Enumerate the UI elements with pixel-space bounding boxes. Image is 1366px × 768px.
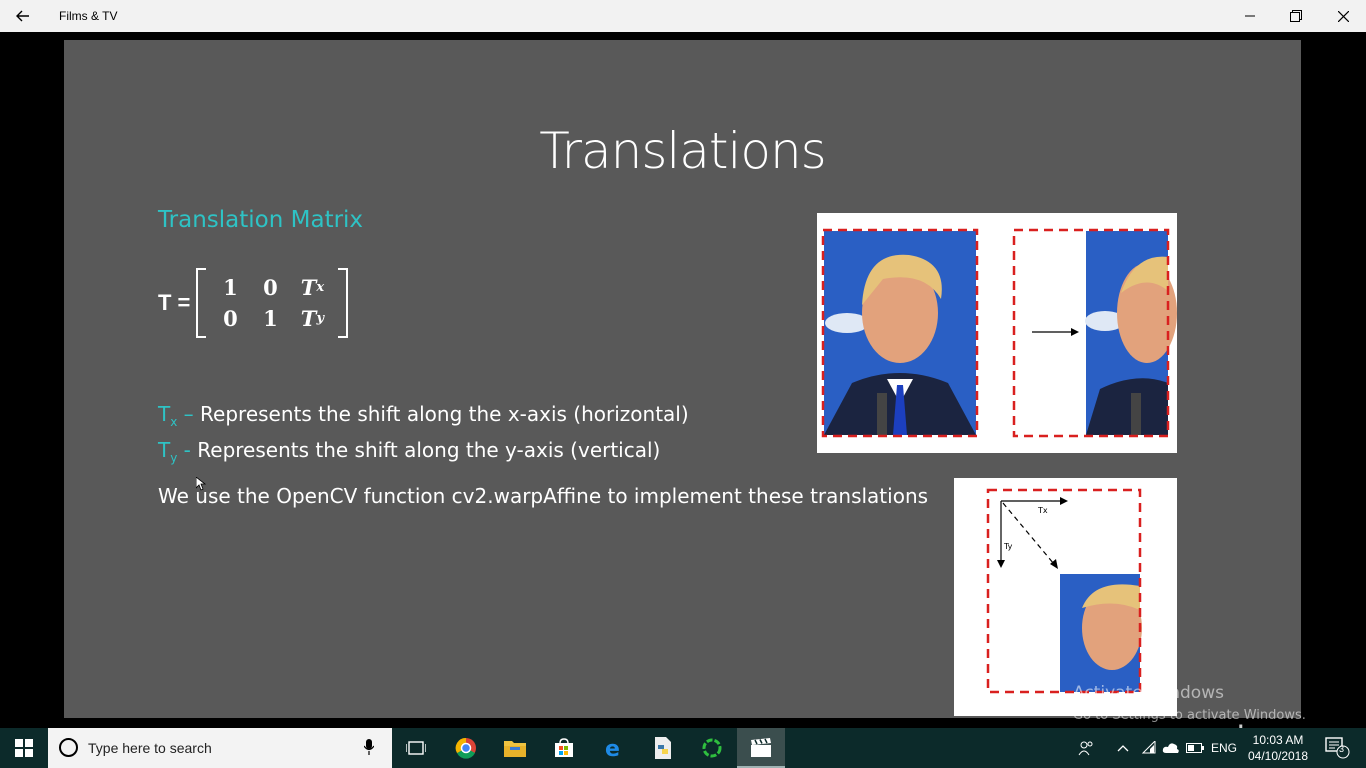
- close-button[interactable]: [1320, 0, 1366, 32]
- slide-subtitle: Translation Matrix: [158, 207, 364, 233]
- app-title: Films & TV: [59, 9, 118, 23]
- moved-photo: [1060, 574, 1142, 692]
- symbol-ty: Ty -: [158, 438, 198, 465]
- matrix-left-bracket: [196, 268, 207, 338]
- restore-button[interactable]: [1273, 0, 1319, 32]
- wifi-icon: [1141, 741, 1156, 754]
- matrix-cell: 1: [263, 306, 278, 331]
- store-taskbar-button[interactable]: [540, 728, 588, 768]
- folder-icon: [504, 741, 526, 757]
- chrome-icon: [455, 737, 476, 759]
- close-icon: [1337, 10, 1349, 22]
- cloud-icon: [1162, 743, 1179, 753]
- people-icon: [1078, 741, 1093, 756]
- films-tv-taskbar-button[interactable]: [737, 728, 785, 768]
- windows-logo-icon: [15, 739, 33, 757]
- task-view-icon: [406, 741, 426, 755]
- clock-date: 04/10/2018: [1247, 749, 1309, 763]
- definitions: Tx – Represents the shift along the x-ax…: [158, 400, 689, 472]
- tx-label: Tx: [1037, 506, 1048, 515]
- svg-text:e: e: [605, 737, 620, 759]
- definition-text: Represents the shift along the x-axis (h…: [200, 402, 689, 426]
- matrix-cell: Tx: [300, 275, 325, 300]
- edge-icon: e: [605, 737, 620, 759]
- back-arrow-icon: [16, 10, 29, 22]
- python-taskbar-button[interactable]: [639, 728, 687, 768]
- battery-button[interactable]: [1184, 728, 1206, 768]
- clock[interactable]: 10:03 AM 04/10/2018: [1244, 732, 1312, 764]
- taskbar-search-box[interactable]: Type here to search: [48, 728, 392, 768]
- shifted-photo: [1085, 231, 1177, 435]
- matrix-grid: 1 0 Tx 0 1 Ty: [206, 272, 338, 334]
- start-button[interactable]: [0, 728, 48, 768]
- clapperboard-icon: [751, 738, 771, 757]
- onedrive-button[interactable]: [1160, 728, 1182, 768]
- people-button[interactable]: [1072, 728, 1100, 768]
- action-center-button[interactable]: 3: [1318, 728, 1358, 768]
- input-language-button[interactable]: ENG: [1208, 728, 1240, 768]
- matrix-cell: 1: [223, 275, 238, 300]
- minimize-icon: [1245, 15, 1255, 17]
- definition-tx: Tx – Represents the shift along the x-ax…: [158, 400, 689, 436]
- search-placeholder: Type here to search: [88, 740, 212, 756]
- translation-matrix: T = 1 0 Tx 0 1 Ty: [158, 268, 349, 338]
- python-file-icon: [655, 737, 671, 759]
- green-app-taskbar-button[interactable]: [688, 728, 736, 768]
- circular-app-icon: [702, 738, 722, 758]
- ty-label: Ty: [1003, 542, 1013, 551]
- notification-count: 3: [1339, 744, 1345, 754]
- slide-title: Translations: [539, 122, 827, 180]
- slide: Translations Translation Matrix T = 1 0 …: [64, 40, 1301, 718]
- matrix-right-bracket: [338, 268, 349, 338]
- matrix-label: T =: [158, 290, 191, 315]
- taskbar: Type here to search e ENG 10:03 AM 04/10…: [0, 728, 1366, 768]
- clock-time: 10:03 AM: [1252, 733, 1304, 747]
- store-bag-icon: [555, 738, 573, 757]
- edge-taskbar-button[interactable]: e: [590, 728, 638, 768]
- matrix-cell: 0: [223, 306, 238, 331]
- task-view-button[interactable]: [392, 728, 440, 768]
- microphone-icon[interactable]: [363, 739, 375, 759]
- definition-text: Represents the shift along the y-axis (v…: [197, 438, 661, 462]
- usage-text: We use the OpenCV function cv2.warpAffin…: [158, 484, 929, 508]
- notification-icon: [1325, 737, 1350, 759]
- video-player[interactable]: Translations Translation Matrix T = 1 0 …: [0, 32, 1366, 745]
- back-button[interactable]: [8, 4, 38, 28]
- matrix-cell: Ty: [300, 306, 324, 331]
- activate-windows-hint: Go to Settings to activate Windows.: [1073, 708, 1306, 723]
- network-button[interactable]: [1138, 728, 1160, 768]
- mouse-cursor-icon: [195, 476, 207, 495]
- activate-windows-title: Activate Windows: [1073, 683, 1224, 703]
- matrix-cell: 0: [263, 275, 278, 300]
- restore-icon: [1290, 10, 1302, 22]
- translation-figure: [817, 213, 1177, 453]
- original-photo: [824, 231, 976, 435]
- file-explorer-taskbar-button[interactable]: [491, 728, 539, 768]
- symbol-tx: Tx –: [158, 402, 201, 429]
- minimize-button[interactable]: [1227, 0, 1273, 32]
- tx-ty-figure: Tx Ty: [954, 478, 1177, 716]
- cortana-icon: [59, 738, 78, 757]
- chrome-taskbar-button[interactable]: [442, 728, 490, 768]
- definition-ty: Ty - Represents the shift along the y-ax…: [158, 436, 689, 472]
- battery-icon: [1186, 743, 1204, 753]
- title-bar: Films & TV: [0, 0, 1366, 32]
- chevron-up-icon: [1117, 745, 1129, 752]
- show-hidden-icons-button[interactable]: [1112, 728, 1134, 768]
